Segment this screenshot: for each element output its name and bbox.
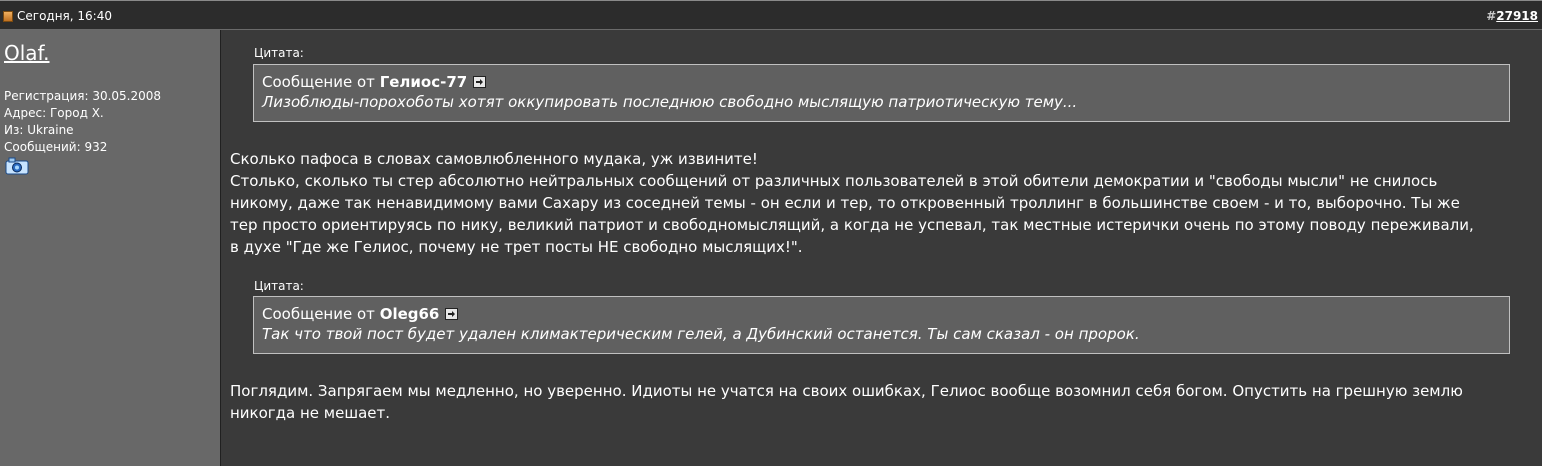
- username-link[interactable]: Olaf.: [4, 41, 50, 65]
- quote-box: Сообщение от Гелиос-77 Лизоблюды-порохоб…: [253, 64, 1510, 122]
- quote-label: Цитата:: [254, 279, 304, 293]
- post-header-bar: Сегодня, 16:40 #27918: [0, 0, 1542, 30]
- post-date: Сегодня, 16:40: [17, 9, 112, 23]
- post-number: #27918: [1486, 9, 1538, 23]
- quote-text: Так что твой пост будет удален климактер…: [262, 325, 1140, 343]
- quote-author: Oleg66: [379, 305, 440, 323]
- album-camera-icon[interactable]: [5, 157, 29, 175]
- view-post-arrow-icon[interactable]: [473, 76, 487, 88]
- quote-label: Цитата:: [254, 46, 304, 60]
- post-status-icon: [3, 11, 13, 22]
- quote-text: Лизоблюды-порохоботы хотят оккупировать …: [262, 93, 1078, 111]
- quote-header: Сообщение от Oleg66: [262, 304, 1501, 324]
- post-content: Цитата: Сообщение от Гелиос-77 Лизоблюды…: [222, 30, 1542, 466]
- user-messages: Сообщений: 932: [4, 140, 108, 154]
- post-number-link[interactable]: 27918: [1496, 9, 1538, 23]
- quote-box: Сообщение от Oleg66 Так что твой пост бу…: [253, 296, 1510, 354]
- user-details: Регистрация: 30.05.2008 Адрес: Город Х. …: [4, 88, 161, 156]
- user-registration: Регистрация: 30.05.2008: [4, 89, 162, 103]
- post-paragraph: Сколько пафоса в словах самовлюбленного …: [230, 150, 1474, 256]
- user-address: Адрес: Город Х.: [4, 106, 104, 120]
- post-paragraph: Поглядим. Запрягаем мы медленно, но увер…: [230, 382, 1463, 422]
- view-post-arrow-icon[interactable]: [445, 308, 459, 320]
- user-info-panel: Olaf. Регистрация: 30.05.2008 Адрес: Гор…: [0, 30, 221, 466]
- quote-author: Гелиос-77: [379, 73, 468, 91]
- quote-header: Сообщение от Гелиос-77: [262, 72, 1501, 92]
- user-from: Из: Ukraine: [4, 123, 74, 137]
